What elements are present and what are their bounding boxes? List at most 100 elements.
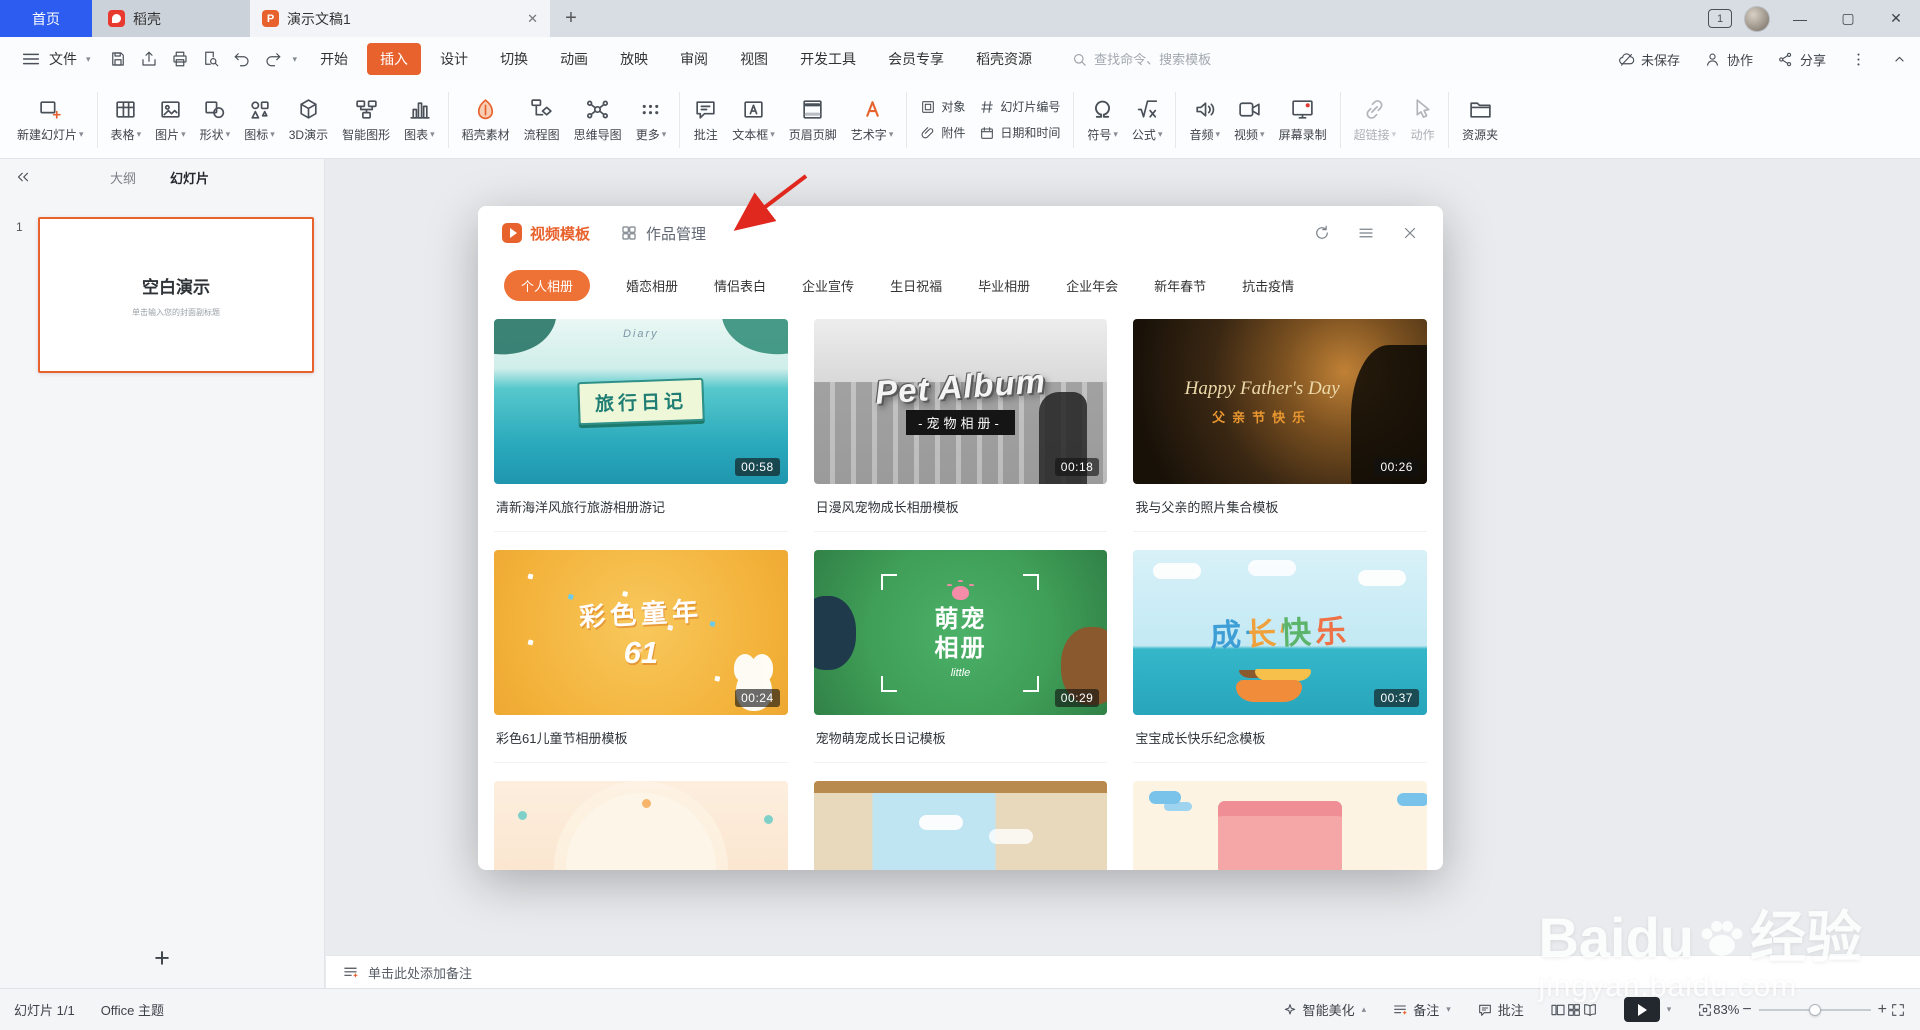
- menu-item-3[interactable]: 切换: [487, 43, 541, 75]
- tab-slides[interactable]: 幻灯片: [170, 168, 209, 187]
- template-thumbnail[interactable]: [813, 781, 1108, 870]
- ribbon-button-formula[interactable]: 公式 ▾: [1125, 92, 1170, 148]
- ribbon-button-headerfooter[interactable]: 页眉页脚: [782, 92, 844, 148]
- view-sorter-button[interactable]: [1566, 1002, 1582, 1018]
- template-thumbnail[interactable]: Happy Father's Day 父亲节快乐 00:26: [1133, 319, 1427, 484]
- view-normal-button[interactable]: [1550, 1002, 1566, 1018]
- comment-button[interactable]: 批注: [1477, 1000, 1524, 1019]
- template-card-partial[interactable]: [813, 781, 1108, 870]
- close-window-button[interactable]: ✕: [1878, 0, 1914, 37]
- ribbon-button-symbol[interactable]: 符号 ▾: [1080, 92, 1125, 148]
- menu-item-1[interactable]: 插入: [367, 43, 422, 75]
- ribbon-button-folder[interactable]: 资源夹: [1455, 92, 1505, 148]
- collaborate-button[interactable]: 协作: [1704, 50, 1753, 69]
- menu-item-10[interactable]: 稻壳资源: [963, 43, 1045, 75]
- ribbon-button-iconlib[interactable]: 图标 ▾: [237, 92, 282, 148]
- menu-item-7[interactable]: 视图: [727, 43, 781, 75]
- document-tab[interactable]: P 演示文稿1 ✕: [250, 0, 550, 37]
- collapse-ribbon-button[interactable]: [1891, 51, 1908, 68]
- quick-access-caret-icon[interactable]: ▾: [293, 54, 298, 65]
- ribbon-button-chart[interactable]: 图表 ▾: [397, 92, 442, 148]
- template-card[interactable]: 彩色童年 61 00:24 彩色61儿童节相册模板: [494, 550, 788, 763]
- category-tab-1[interactable]: 婚恋相册: [626, 270, 678, 301]
- add-slide-button[interactable]: +: [154, 945, 170, 972]
- collapse-panel-icon[interactable]: [14, 168, 32, 186]
- theme-name[interactable]: Office 主题: [101, 1000, 164, 1019]
- template-card[interactable]: Pet Album -宠物相册- 00:18 日漫风宠物成长相册模板: [813, 319, 1108, 532]
- category-tab-7[interactable]: 新年春节: [1154, 270, 1206, 301]
- ribbon-button-hyperlink[interactable]: 超链接 ▾: [1347, 92, 1404, 148]
- zoom-level[interactable]: 83%: [1713, 1002, 1739, 1017]
- home-tab[interactable]: 首页: [0, 0, 92, 37]
- zoom-out-button[interactable]: −: [1739, 1001, 1754, 1019]
- ribbon-button-cube[interactable]: 3D演示: [282, 92, 335, 148]
- template-thumbnail[interactable]: Pet Album -宠物相册- 00:18: [813, 319, 1108, 484]
- category-tab-0[interactable]: 个人相册: [504, 270, 591, 301]
- menu-item-9[interactable]: 会员专享: [875, 43, 957, 75]
- ribbon-button-textbox[interactable]: 文本框 ▾: [725, 92, 782, 148]
- ribbon-button-attach[interactable]: 附件: [920, 124, 965, 141]
- category-tab-8[interactable]: 抗击疫情: [1242, 270, 1294, 301]
- tab-works-manage[interactable]: 作品管理: [620, 223, 706, 244]
- ribbon-button-newslide[interactable]: 新建幻灯片 ▾: [10, 92, 91, 148]
- ribbon-button-flowchart[interactable]: 流程图: [517, 92, 567, 148]
- zoom-in-button[interactable]: +: [1875, 1001, 1890, 1019]
- zoom-slider[interactable]: [1758, 1003, 1871, 1016]
- fit-page-button[interactable]: [1697, 1002, 1713, 1018]
- menu-item-2[interactable]: 设计: [427, 43, 481, 75]
- search-box[interactable]: [1071, 51, 1305, 68]
- ribbon-button-screenrec[interactable]: 屏幕录制: [1272, 92, 1334, 148]
- maximize-button[interactable]: ▢: [1830, 0, 1866, 37]
- more-options-button[interactable]: [1850, 51, 1867, 68]
- menu-item-5[interactable]: 放映: [607, 43, 661, 75]
- share-button[interactable]: 分享: [1777, 50, 1826, 69]
- template-thumbnail[interactable]: 彩色童年 61 00:24: [494, 550, 788, 715]
- docer-tab[interactable]: 稻壳: [92, 0, 250, 37]
- close-tab-icon[interactable]: ✕: [527, 11, 538, 27]
- tab-outline[interactable]: 大纲: [110, 168, 136, 187]
- menu-item-0[interactable]: 开始: [307, 43, 361, 75]
- ribbon-button-table[interactable]: 表格 ▾: [104, 92, 149, 148]
- print-button[interactable]: [167, 46, 194, 73]
- template-thumbnail[interactable]: 萌宠相册 little 00:29: [813, 550, 1108, 715]
- category-tab-4[interactable]: 生日祝福: [890, 270, 942, 301]
- dialog-close-icon[interactable]: [1401, 224, 1419, 242]
- menu-item-8[interactable]: 开发工具: [787, 43, 869, 75]
- category-tab-3[interactable]: 企业宣传: [802, 270, 854, 301]
- template-card-partial[interactable]: [1133, 781, 1427, 870]
- category-tab-5[interactable]: 毕业相册: [978, 270, 1030, 301]
- play-slideshow-button[interactable]: ▾: [1623, 997, 1671, 1022]
- ribbon-button-smartart[interactable]: 智能图形: [335, 92, 397, 148]
- tab-video-templates[interactable]: 视频模板: [502, 223, 590, 244]
- ribbon-button-comment[interactable]: 批注: [686, 92, 725, 148]
- ribbon-button-slidenum[interactable]: 幻灯片编号: [979, 98, 1060, 115]
- undo-button[interactable]: [229, 46, 256, 73]
- template-card[interactable]: Happy Father's Day 父亲节快乐 00:26 我与父亲的照片集合模板: [1133, 319, 1427, 532]
- ribbon-button-more[interactable]: 更多 ▾: [629, 92, 674, 148]
- ribbon-button-shape[interactable]: 形状 ▾: [193, 92, 238, 148]
- template-card[interactable]: 萌宠相册 little 00:29 宠物萌宠成长日记模板: [813, 550, 1108, 763]
- ribbon-button-docer[interactable]: 稻壳素材: [455, 92, 517, 148]
- notes-toggle-button[interactable]: 备注 ▾: [1392, 1000, 1451, 1019]
- category-tab-6[interactable]: 企业年会: [1066, 270, 1118, 301]
- category-tab-2[interactable]: 情侣表白: [714, 270, 766, 301]
- save-button[interactable]: [105, 46, 132, 73]
- ribbon-button-mindmap[interactable]: 思维导图: [567, 92, 629, 148]
- zoom-slider-knob[interactable]: [1808, 1003, 1821, 1016]
- new-tab-button[interactable]: +: [550, 0, 592, 37]
- notes-bar[interactable]: 单击此处添加备注: [326, 955, 1920, 988]
- ribbon-button-picture[interactable]: 图片 ▾: [148, 92, 193, 148]
- ribbon-button-action[interactable]: 动作: [1403, 92, 1442, 148]
- save-status-button[interactable]: 未保存: [1618, 50, 1680, 69]
- smart-beautify-button[interactable]: 智能美化 ▴: [1282, 1000, 1366, 1019]
- avatar[interactable]: [1744, 5, 1770, 32]
- ribbon-button-object[interactable]: 对象: [920, 98, 965, 115]
- template-thumbnail[interactable]: [1133, 781, 1427, 870]
- pane-layout-icon[interactable]: 1: [1708, 9, 1732, 28]
- ribbon-button-datetime[interactable]: 日期和时间: [979, 124, 1060, 141]
- dialog-menu-icon[interactable]: [1357, 224, 1375, 242]
- menu-item-4[interactable]: 动画: [547, 43, 601, 75]
- view-reading-button[interactable]: [1582, 1002, 1598, 1018]
- ribbon-button-wordart[interactable]: 艺术字 ▾: [844, 92, 901, 148]
- ribbon-button-audio[interactable]: 音频 ▾: [1182, 92, 1227, 148]
